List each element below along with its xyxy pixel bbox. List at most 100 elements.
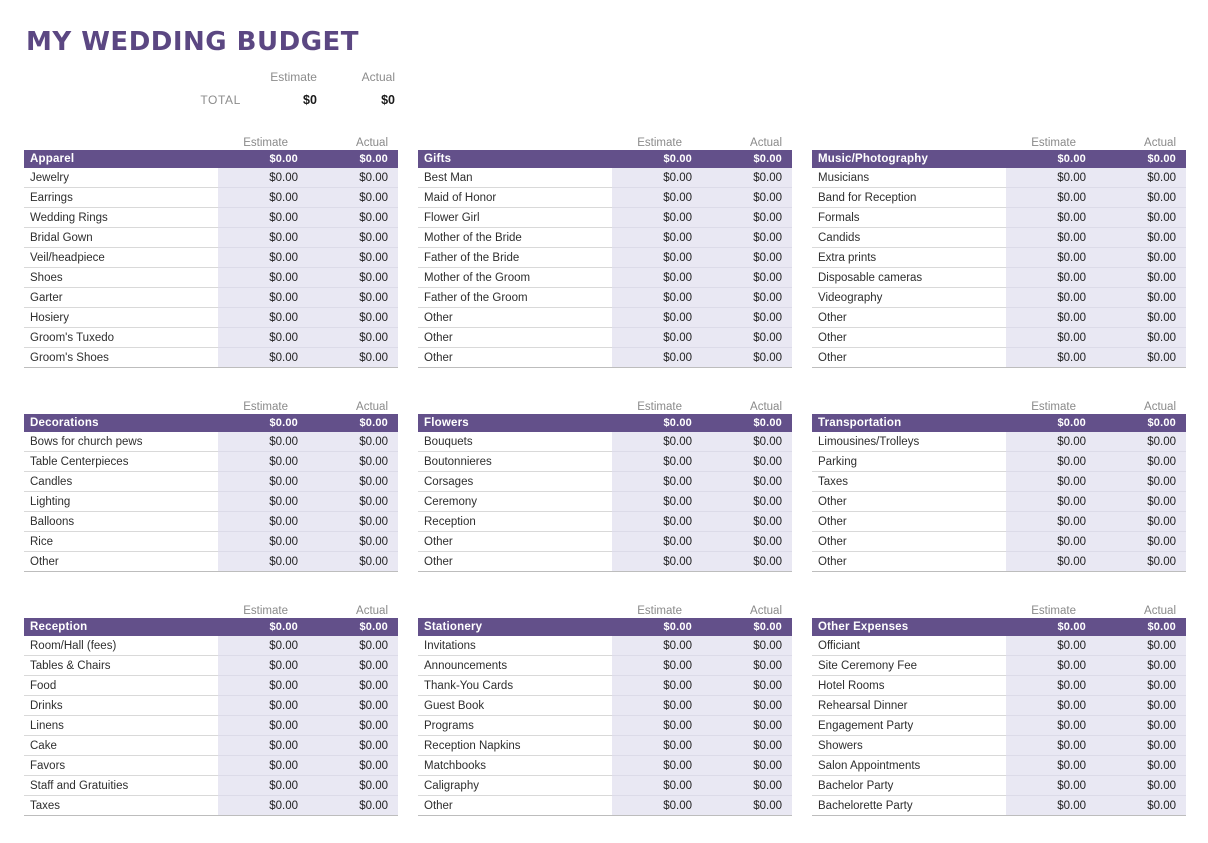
item-actual-cell[interactable]: $0.00 (1096, 267, 1186, 288)
item-actual-cell[interactable]: $0.00 (308, 715, 398, 736)
item-estimate-cell[interactable]: $0.00 (612, 207, 702, 228)
item-actual-cell[interactable]: $0.00 (308, 227, 398, 248)
item-estimate-cell[interactable]: $0.00 (612, 287, 702, 308)
item-estimate-cell[interactable]: $0.00 (1006, 531, 1096, 552)
item-actual-cell[interactable]: $0.00 (308, 432, 398, 452)
item-actual-cell[interactable]: $0.00 (1096, 307, 1186, 328)
item-actual-cell[interactable]: $0.00 (308, 287, 398, 308)
item-estimate-cell[interactable]: $0.00 (218, 675, 308, 696)
item-actual-cell[interactable]: $0.00 (1096, 511, 1186, 532)
item-estimate-cell[interactable]: $0.00 (218, 511, 308, 532)
item-actual-cell[interactable]: $0.00 (702, 735, 792, 756)
item-estimate-cell[interactable]: $0.00 (218, 187, 308, 208)
item-actual-cell[interactable]: $0.00 (702, 347, 792, 368)
item-estimate-cell[interactable]: $0.00 (1006, 327, 1096, 348)
item-actual-cell[interactable]: $0.00 (308, 471, 398, 492)
item-actual-cell[interactable]: $0.00 (702, 715, 792, 736)
item-actual-cell[interactable]: $0.00 (1096, 471, 1186, 492)
item-estimate-cell[interactable]: $0.00 (218, 168, 308, 188)
item-actual-cell[interactable]: $0.00 (702, 451, 792, 472)
item-estimate-cell[interactable]: $0.00 (612, 471, 702, 492)
item-estimate-cell[interactable]: $0.00 (218, 471, 308, 492)
item-estimate-cell[interactable]: $0.00 (1006, 267, 1096, 288)
item-estimate-cell[interactable]: $0.00 (612, 675, 702, 696)
item-actual-cell[interactable]: $0.00 (702, 267, 792, 288)
item-estimate-cell[interactable]: $0.00 (1006, 655, 1096, 676)
item-actual-cell[interactable]: $0.00 (308, 795, 398, 816)
item-actual-cell[interactable]: $0.00 (702, 287, 792, 308)
item-estimate-cell[interactable]: $0.00 (218, 227, 308, 248)
item-actual-cell[interactable]: $0.00 (702, 655, 792, 676)
item-estimate-cell[interactable]: $0.00 (1006, 247, 1096, 268)
item-actual-cell[interactable]: $0.00 (702, 227, 792, 248)
item-actual-cell[interactable]: $0.00 (702, 207, 792, 228)
item-actual-cell[interactable]: $0.00 (308, 655, 398, 676)
item-estimate-cell[interactable]: $0.00 (1006, 287, 1096, 308)
item-actual-cell[interactable]: $0.00 (702, 491, 792, 512)
item-estimate-cell[interactable]: $0.00 (218, 247, 308, 268)
item-estimate-cell[interactable]: $0.00 (1006, 511, 1096, 532)
item-actual-cell[interactable]: $0.00 (308, 755, 398, 776)
item-actual-cell[interactable]: $0.00 (702, 636, 792, 656)
item-estimate-cell[interactable]: $0.00 (612, 636, 702, 656)
item-actual-cell[interactable]: $0.00 (1096, 695, 1186, 716)
item-estimate-cell[interactable]: $0.00 (612, 347, 702, 368)
item-estimate-cell[interactable]: $0.00 (1006, 755, 1096, 776)
item-actual-cell[interactable]: $0.00 (1096, 755, 1186, 776)
item-estimate-cell[interactable]: $0.00 (612, 755, 702, 776)
item-actual-cell[interactable]: $0.00 (1096, 432, 1186, 452)
item-actual-cell[interactable]: $0.00 (702, 168, 792, 188)
item-estimate-cell[interactable]: $0.00 (218, 451, 308, 472)
item-actual-cell[interactable]: $0.00 (702, 675, 792, 696)
item-estimate-cell[interactable]: $0.00 (1006, 168, 1096, 188)
item-actual-cell[interactable]: $0.00 (308, 451, 398, 472)
item-actual-cell[interactable]: $0.00 (1096, 207, 1186, 228)
item-estimate-cell[interactable]: $0.00 (612, 655, 702, 676)
item-actual-cell[interactable]: $0.00 (1096, 491, 1186, 512)
item-estimate-cell[interactable]: $0.00 (1006, 735, 1096, 756)
item-actual-cell[interactable]: $0.00 (702, 755, 792, 776)
item-estimate-cell[interactable]: $0.00 (612, 795, 702, 816)
item-actual-cell[interactable]: $0.00 (702, 327, 792, 348)
item-estimate-cell[interactable]: $0.00 (612, 491, 702, 512)
item-estimate-cell[interactable]: $0.00 (612, 227, 702, 248)
item-estimate-cell[interactable]: $0.00 (218, 775, 308, 796)
item-estimate-cell[interactable]: $0.00 (218, 267, 308, 288)
item-actual-cell[interactable]: $0.00 (1096, 451, 1186, 472)
item-estimate-cell[interactable]: $0.00 (218, 432, 308, 452)
item-estimate-cell[interactable]: $0.00 (612, 531, 702, 552)
item-actual-cell[interactable]: $0.00 (308, 168, 398, 188)
total-actual-value[interactable]: $0 (327, 93, 405, 107)
item-actual-cell[interactable]: $0.00 (702, 695, 792, 716)
item-actual-cell[interactable]: $0.00 (1096, 287, 1186, 308)
item-actual-cell[interactable]: $0.00 (308, 735, 398, 756)
item-estimate-cell[interactable]: $0.00 (612, 451, 702, 472)
item-estimate-cell[interactable]: $0.00 (1006, 307, 1096, 328)
item-estimate-cell[interactable]: $0.00 (612, 168, 702, 188)
item-estimate-cell[interactable]: $0.00 (612, 307, 702, 328)
item-estimate-cell[interactable]: $0.00 (218, 636, 308, 656)
item-actual-cell[interactable]: $0.00 (1096, 735, 1186, 756)
item-actual-cell[interactable]: $0.00 (1096, 551, 1186, 572)
item-estimate-cell[interactable]: $0.00 (1006, 471, 1096, 492)
item-actual-cell[interactable]: $0.00 (308, 775, 398, 796)
item-actual-cell[interactable]: $0.00 (702, 551, 792, 572)
item-estimate-cell[interactable]: $0.00 (1006, 675, 1096, 696)
item-estimate-cell[interactable]: $0.00 (218, 755, 308, 776)
item-estimate-cell[interactable]: $0.00 (218, 531, 308, 552)
item-actual-cell[interactable]: $0.00 (1096, 531, 1186, 552)
item-actual-cell[interactable]: $0.00 (308, 531, 398, 552)
item-actual-cell[interactable]: $0.00 (702, 307, 792, 328)
item-estimate-cell[interactable]: $0.00 (218, 655, 308, 676)
item-actual-cell[interactable]: $0.00 (308, 207, 398, 228)
item-estimate-cell[interactable]: $0.00 (1006, 451, 1096, 472)
item-estimate-cell[interactable]: $0.00 (612, 775, 702, 796)
item-actual-cell[interactable]: $0.00 (308, 491, 398, 512)
item-estimate-cell[interactable]: $0.00 (612, 432, 702, 452)
item-actual-cell[interactable]: $0.00 (308, 187, 398, 208)
item-estimate-cell[interactable]: $0.00 (218, 735, 308, 756)
item-actual-cell[interactable]: $0.00 (308, 636, 398, 656)
item-actual-cell[interactable]: $0.00 (1096, 675, 1186, 696)
item-estimate-cell[interactable]: $0.00 (218, 715, 308, 736)
item-actual-cell[interactable]: $0.00 (702, 511, 792, 532)
